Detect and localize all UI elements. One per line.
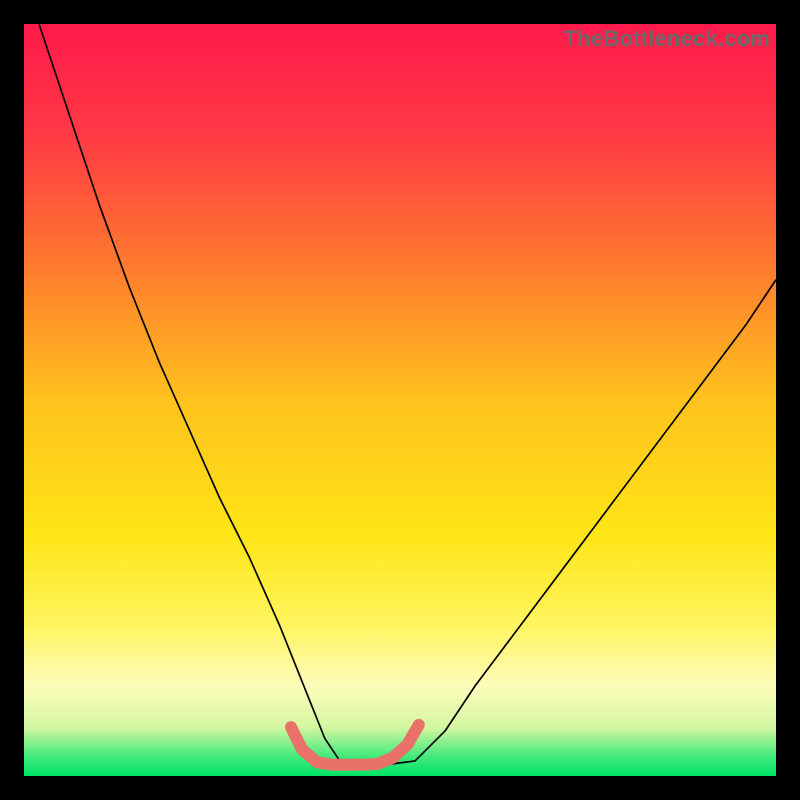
plot-area: TheBottleneck.com <box>24 24 776 776</box>
gradient-background <box>24 24 776 776</box>
watermark-text: TheBottleneck.com <box>564 26 770 52</box>
chart-svg <box>24 24 776 776</box>
chart-frame: TheBottleneck.com <box>0 0 800 800</box>
